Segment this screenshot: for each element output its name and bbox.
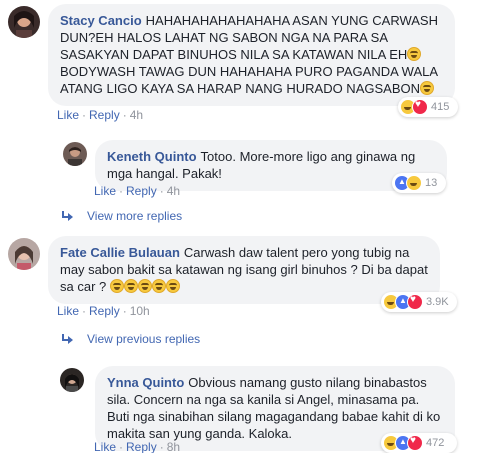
comment-time[interactable]: 8h bbox=[167, 440, 180, 453]
reaction-count: 3.9K bbox=[426, 296, 449, 308]
avatar[interactable] bbox=[8, 238, 40, 270]
haha-reaction-icon bbox=[406, 175, 422, 191]
reaction-summary[interactable]: 415 bbox=[398, 97, 458, 117]
comment-author[interactable]: Stacy Cancio bbox=[60, 13, 142, 28]
reaction-summary[interactable]: 472 bbox=[381, 433, 457, 453]
reply-arrow-icon bbox=[61, 334, 73, 344]
comment-time[interactable]: 4h bbox=[130, 108, 143, 122]
comment-actions: Like · Reply · 4h bbox=[94, 184, 181, 198]
avatar[interactable] bbox=[60, 368, 84, 392]
like-link[interactable]: Like bbox=[57, 108, 79, 122]
reaction-count: 415 bbox=[431, 101, 450, 113]
comment-bubble: Fate Callie Bulauan Carwash daw talent pe… bbox=[48, 236, 440, 304]
avatar-photo bbox=[60, 368, 84, 392]
laughing-emoji-icon bbox=[151, 279, 166, 293]
avatar-photo bbox=[8, 238, 40, 270]
comment-actions: Like · Reply · 8h bbox=[94, 440, 181, 453]
comment-author[interactable]: Fate Callie Bulauan bbox=[60, 245, 180, 260]
laughing-emoji-icon bbox=[123, 279, 138, 293]
view-previous-replies-label: View previous replies bbox=[87, 332, 201, 346]
laughing-emoji-icon bbox=[420, 81, 434, 95]
reply-link[interactable]: Reply bbox=[89, 108, 120, 122]
view-more-replies-label: View more replies bbox=[87, 209, 183, 223]
reaction-summary[interactable]: 3.9K bbox=[381, 292, 457, 312]
comment-author[interactable]: Keneth Quinto bbox=[107, 149, 197, 164]
reaction-summary[interactable]: 13 bbox=[392, 173, 446, 193]
comment-text-continued: BODYWASH TAWAG DUN HAHAHAHA PURO PAGANDA… bbox=[60, 64, 438, 96]
reply-link[interactable]: Reply bbox=[126, 440, 157, 453]
like-link[interactable]: Like bbox=[94, 184, 116, 198]
view-previous-replies-link[interactable]: View previous replies bbox=[61, 332, 200, 346]
reaction-count: 472 bbox=[426, 437, 445, 449]
reply-arrow-icon bbox=[61, 211, 73, 221]
comment-time[interactable]: 4h bbox=[167, 184, 180, 198]
love-reaction-icon bbox=[407, 435, 423, 451]
avatar[interactable] bbox=[63, 142, 87, 166]
comment-actions: Like · Reply · 4h bbox=[57, 108, 144, 122]
comment-actions: Like · Reply · 10h bbox=[57, 304, 150, 318]
laughing-emoji-icon bbox=[109, 279, 124, 293]
laughing-emoji-icon bbox=[165, 279, 180, 293]
laughing-emoji-icon bbox=[407, 47, 422, 61]
reply-link[interactable]: Reply bbox=[89, 304, 120, 318]
reaction-count: 13 bbox=[425, 177, 438, 189]
avatar[interactable] bbox=[8, 6, 40, 38]
comment-time[interactable]: 10h bbox=[130, 304, 150, 318]
comment-author[interactable]: Ynna Quinto bbox=[107, 375, 184, 390]
like-link[interactable]: Like bbox=[57, 304, 79, 318]
reply-link[interactable]: Reply bbox=[126, 184, 157, 198]
love-reaction-icon bbox=[407, 294, 423, 310]
avatar-photo bbox=[63, 142, 87, 166]
like-link[interactable]: Like bbox=[94, 440, 116, 453]
laughing-emoji-icon bbox=[137, 279, 152, 293]
comment-bubble: Stacy Cancio HAHAHAHAHAHAHAHA ASAN YUNG C… bbox=[48, 4, 455, 106]
view-more-replies-link[interactable]: View more replies bbox=[61, 209, 182, 223]
avatar-photo bbox=[8, 6, 40, 38]
love-reaction-icon bbox=[412, 99, 428, 115]
